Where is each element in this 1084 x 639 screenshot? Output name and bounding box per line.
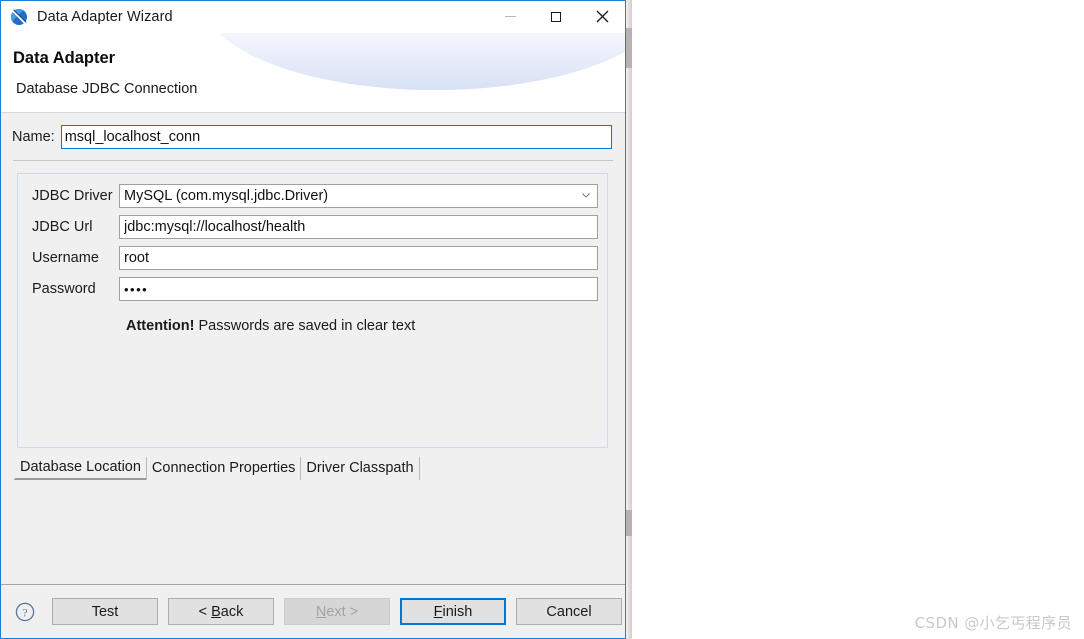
name-section-divider xyxy=(13,160,613,161)
password-label: Password xyxy=(32,281,96,297)
attention-message: Attention! Passwords are saved in clear … xyxy=(126,318,598,334)
minimize-icon[interactable] xyxy=(487,1,533,32)
title-bar[interactable]: Data Adapter Wizard xyxy=(1,1,625,33)
username-label: Username xyxy=(32,250,99,266)
window-title: Data Adapter Wizard xyxy=(37,9,173,25)
tab-connection-properties-label: Connection Properties xyxy=(151,460,296,476)
tab-driver-classpath[interactable]: Driver Classpath xyxy=(300,457,420,480)
dialog-header: Data Adapter Database JDBC Connection xyxy=(1,33,625,113)
test-button-label: Test xyxy=(91,603,119,620)
username-row: Username xyxy=(26,246,598,270)
back-button[interactable]: < Back xyxy=(168,598,274,625)
tab-database-location-label: Database Location xyxy=(20,459,141,475)
jdbc-url-input[interactable] xyxy=(119,215,598,239)
jdbc-url-label: JDBC Url xyxy=(32,219,93,235)
tab-connection-properties[interactable]: Connection Properties xyxy=(145,457,302,480)
background-scrollbar-track[interactable] xyxy=(626,0,632,639)
next-button-label: Next > xyxy=(315,603,359,620)
background-scrollbar-thumb[interactable] xyxy=(626,28,632,68)
jdbc-url-row: JDBC Url xyxy=(26,215,598,239)
test-button[interactable]: Test xyxy=(52,598,158,625)
help-icon[interactable]: ? xyxy=(15,602,35,622)
next-button: Next > xyxy=(284,598,390,625)
password-masked-value: •••• xyxy=(124,281,149,297)
tab-database-location[interactable]: Database Location xyxy=(14,457,147,480)
jdbc-driver-value[interactable]: MySQL (com.mysql.jdbc.Driver) xyxy=(119,184,598,208)
close-icon[interactable] xyxy=(579,1,625,32)
dialog-footer: ? Test < Back Next > Finish Cancel xyxy=(1,584,625,638)
header-decoration-swoosh xyxy=(205,33,625,90)
maximize-icon[interactable] xyxy=(533,1,579,32)
page-title: Data Adapter xyxy=(13,49,116,67)
username-input[interactable] xyxy=(119,246,598,270)
dialog-body: Name: JDBC Driver MySQL (com.mysql.jdbc.… xyxy=(1,113,625,584)
page-subtitle: Database JDBC Connection xyxy=(16,81,198,97)
password-input[interactable]: •••• xyxy=(119,277,598,301)
window-controls xyxy=(487,1,625,33)
jdbc-driver-label: JDBC Driver xyxy=(32,188,113,204)
finish-button-label: Finish xyxy=(433,603,473,620)
attention-text: Passwords are saved in clear text xyxy=(194,318,416,334)
desktop-background: CSDN @小乞丐程序员 Data Adapter Wizard Data Ad… xyxy=(0,0,1084,639)
tab-bar: Database Location Connection Properties … xyxy=(14,457,625,480)
data-adapter-icon xyxy=(10,8,28,26)
password-row: Password •••• xyxy=(26,277,598,301)
data-adapter-wizard-dialog: Data Adapter Wizard Data Adapter Databas… xyxy=(0,0,626,639)
background-scrollbar-thumb-lower[interactable] xyxy=(626,510,632,536)
cancel-button[interactable]: Cancel xyxy=(516,598,622,625)
svg-text:?: ? xyxy=(22,607,27,619)
name-label: Name: xyxy=(12,129,55,145)
tab-driver-classpath-label: Driver Classpath xyxy=(306,460,414,476)
cancel-button-label: Cancel xyxy=(546,603,592,620)
back-button-label: < Back xyxy=(198,603,244,620)
name-row: Name: xyxy=(1,113,625,149)
attention-label: Attention! xyxy=(126,318,195,334)
watermark: CSDN @小乞丐程序员 xyxy=(914,614,1072,632)
jdbc-driver-combobox[interactable]: MySQL (com.mysql.jdbc.Driver) xyxy=(119,184,598,208)
name-input[interactable] xyxy=(60,125,612,149)
jdbc-driver-row: JDBC Driver MySQL (com.mysql.jdbc.Driver… xyxy=(26,184,598,208)
name-field-wrapper xyxy=(60,125,612,149)
connection-form-panel: JDBC Driver MySQL (com.mysql.jdbc.Driver… xyxy=(17,173,608,448)
finish-button[interactable]: Finish xyxy=(400,598,506,625)
